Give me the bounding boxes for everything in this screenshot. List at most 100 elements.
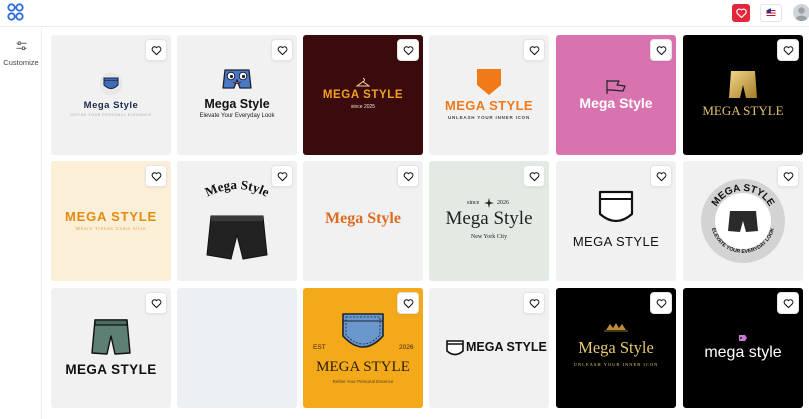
brand-name: Mega Style	[579, 95, 653, 111]
favorite-button[interactable]	[397, 165, 419, 187]
shorts-badge-icon: MEGA STYLE ELEVATE YOUR EVERYDAY LOOK	[701, 179, 785, 263]
favorite-button[interactable]	[650, 165, 672, 187]
customize-button[interactable]: Customize	[0, 38, 42, 67]
user-avatar-icon	[795, 7, 808, 21]
heart-icon	[403, 45, 413, 55]
favorite-button[interactable]	[650, 39, 672, 61]
favorites-button[interactable]	[732, 4, 750, 22]
favorite-button[interactable]	[145, 165, 167, 187]
flag-icon	[606, 80, 626, 94]
logo-card[interactable]: MEGA STYLE UNLEASH YOUR INNER ICON	[429, 35, 549, 155]
logo[interactable]	[7, 3, 24, 22]
logo-card[interactable]: Mega Style Elevate Your Everyday Look	[177, 35, 297, 155]
logo-card[interactable]: MEGA STYLE	[556, 161, 676, 281]
favorite-button[interactable]	[523, 39, 545, 61]
shirt-pocket-icon	[99, 72, 123, 96]
tagline: DEFINE YOUR PERSONAL ELEGANCE	[70, 113, 152, 117]
favorite-button[interactable]	[777, 39, 799, 61]
brand-name: Mega Style	[325, 210, 401, 227]
brand-name: MEGA STYLE	[316, 359, 410, 375]
language-button[interactable]	[760, 4, 782, 22]
sidebar: Customize	[0, 28, 42, 419]
heart-icon	[151, 298, 161, 308]
heart-icon	[656, 171, 666, 181]
since-label: since	[467, 200, 480, 206]
logo-card[interactable]: Mega Style UNLEASH YOUR INNER ICON	[556, 288, 676, 408]
tagline: since 2025	[350, 104, 376, 110]
favorite-button[interactable]	[397, 292, 419, 314]
logo-card[interactable]: Mega Style DEFINE YOUR PERSONAL ELEGANCE	[51, 35, 171, 155]
hanger-icon	[356, 78, 370, 87]
tagline: UNLEASH YOUR INNER ICON	[573, 362, 659, 367]
crown-ornament-icon	[604, 323, 628, 332]
logo-card[interactable]: MEGA STYLE	[683, 35, 803, 155]
brand-name: mega style	[704, 344, 782, 361]
favorite-button[interactable]	[523, 292, 545, 314]
svg-text:Mega Style: Mega Style	[203, 177, 273, 200]
brand-name: MEGA STYLE	[572, 234, 660, 249]
us-flag-icon	[766, 8, 776, 18]
tag-icon	[739, 335, 747, 341]
customize-label: Customize	[3, 58, 39, 67]
brand-name: MEGA STYLE	[64, 209, 158, 224]
logo-card[interactable]: Mega Style	[303, 161, 423, 281]
heart-icon	[529, 298, 539, 308]
top-bar	[0, 0, 809, 27]
brand-name: Mega Style	[445, 208, 533, 229]
logo-card-loading[interactable]	[177, 288, 297, 408]
est-label: EST	[313, 344, 326, 351]
heart-icon	[529, 45, 539, 55]
pocket-small-icon	[446, 340, 464, 356]
heart-icon	[151, 45, 161, 55]
heart-icon	[277, 45, 287, 55]
logo-card[interactable]: Mega Style	[556, 35, 676, 155]
heart-icon	[403, 298, 413, 308]
logo-card[interactable]: MEGA STYLE	[429, 288, 549, 408]
logo-card[interactable]: MEGA STYLE	[51, 288, 171, 408]
brand-name: Mega Style	[204, 97, 270, 111]
brand-name: MEGA STYLE	[65, 362, 157, 377]
logo-card[interactable]: since 2026 Mega Style New York City	[429, 161, 549, 281]
user-avatar[interactable]	[793, 4, 809, 21]
sparkle-icon	[484, 198, 494, 208]
shorts-icon	[91, 319, 131, 355]
year-label: 2026	[399, 344, 414, 351]
brand-name: Mega Style	[578, 338, 654, 357]
pocket-icon	[477, 69, 501, 95]
favorite-button[interactable]	[397, 39, 419, 61]
brand-name: MEGA STYLE	[322, 89, 404, 101]
logo-icon	[7, 3, 24, 21]
tagline: New York City	[470, 234, 508, 240]
heart-icon	[783, 298, 793, 308]
shorts-mascot-icon	[222, 69, 252, 89]
heart-icon	[783, 45, 793, 55]
gold-shorts-icon	[729, 71, 757, 98]
tagline: Where Trends Come Alive	[75, 226, 147, 231]
brand-name: Mega Style	[83, 100, 139, 111]
logo-card[interactable]: EST 2026 MEGA STYLE Refine Your Personal…	[303, 288, 423, 408]
logo-card[interactable]: MEGA STYLE since 2025	[303, 35, 423, 155]
favorite-button[interactable]	[523, 165, 545, 187]
pocket-outline-icon	[598, 190, 634, 223]
favorite-button[interactable]	[777, 292, 799, 314]
brand-name: MEGA STYLE	[702, 103, 784, 118]
shorts-icon	[206, 215, 268, 260]
brand-name: MEGA STYLE	[444, 98, 534, 113]
heart-icon	[151, 171, 161, 181]
logo-card[interactable]: Mega Style	[177, 161, 297, 281]
favorite-button[interactable]	[650, 292, 672, 314]
tagline: Refine Your Personal Essence	[332, 379, 394, 384]
logo-card[interactable]: MEGA STYLE ELEVATE YOUR EVERYDAY LOOK	[683, 161, 803, 281]
heart-icon	[403, 171, 413, 181]
favorite-button[interactable]	[145, 39, 167, 61]
pocket-patch-icon	[342, 313, 384, 348]
heart-icon	[656, 298, 666, 308]
sliders-icon	[15, 41, 27, 51]
heart-icon	[735, 8, 747, 18]
logo-card[interactable]: MEGA STYLE Where Trends Come Alive	[51, 161, 171, 281]
favorite-button[interactable]	[145, 292, 167, 314]
arched-brand-name: Mega Style	[203, 177, 273, 200]
heart-icon	[529, 171, 539, 181]
logo-card[interactable]: mega style	[683, 288, 803, 408]
favorite-button[interactable]	[271, 39, 293, 61]
